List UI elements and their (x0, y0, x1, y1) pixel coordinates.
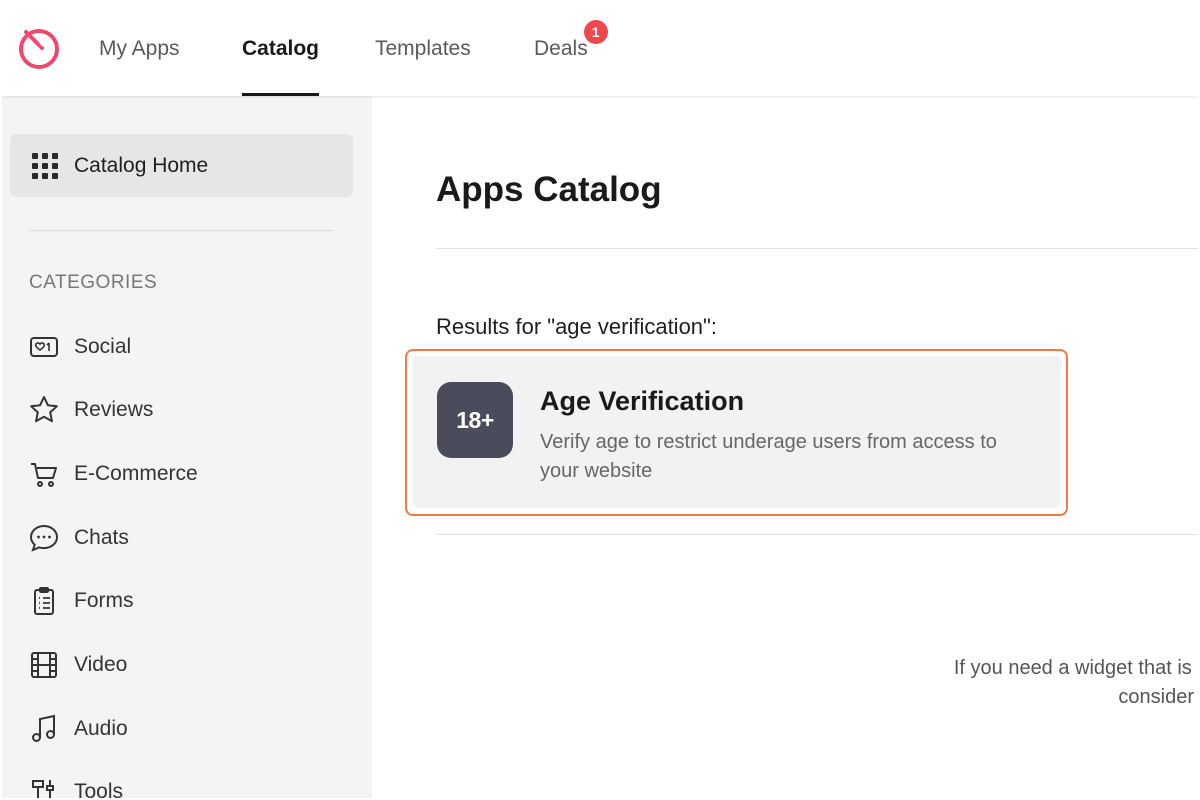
sidebar-item-tools[interactable]: Tools (28, 772, 348, 798)
footer-note: If you need a widget that is r consider (953, 657, 1198, 708)
sidebar: Catalog Home CATEGORIES Social Reviews E… (2, 96, 372, 798)
sidebar-item-forms[interactable]: Forms (28, 581, 348, 621)
music-note-icon (32, 714, 55, 742)
sidebar-item-social[interactable]: Social (28, 327, 348, 367)
social-icon (30, 337, 58, 357)
app-name: Age Verification (540, 386, 745, 416)
sidebar-item-reviews[interactable]: Reviews (28, 390, 348, 430)
sidebar-item-video[interactable]: Video (28, 645, 348, 685)
page-title: Apps Catalog (436, 170, 662, 209)
divider (436, 248, 1198, 249)
app-card-age-verification[interactable]: 18+ Age Verification Verify age to restr… (413, 356, 1061, 508)
sidebar-item-audio[interactable]: Audio (28, 709, 348, 749)
grid-icon (32, 152, 58, 179)
brand-logo-icon[interactable] (16, 26, 62, 72)
star-icon (30, 396, 58, 423)
tab-deals[interactable]: Deals 1 (534, 2, 608, 96)
film-icon (31, 652, 57, 678)
main-content: Apps Catalog Results for "age verificati… (372, 96, 1198, 798)
divider (436, 534, 1198, 535)
age-18-plus-icon: 18+ (437, 382, 513, 458)
sidebar-item-label: Catalog Home (74, 153, 209, 177)
app-description: Verify age to restrict underage users fr… (540, 431, 997, 482)
cart-icon (31, 463, 57, 487)
categories-heading: CATEGORIES (29, 272, 158, 293)
tab-templates[interactable]: Templates (375, 2, 471, 96)
deals-count-badge: 1 (583, 20, 608, 44)
sidebar-item-catalog-home[interactable]: Catalog Home (10, 134, 353, 197)
sidebar-item-e-commerce[interactable]: E-Commerce (28, 454, 348, 494)
clipboard-icon (34, 587, 54, 615)
search-results-label: Results for "age verification": (436, 314, 717, 339)
sidebar-divider (29, 230, 334, 231)
top-nav: My Apps Catalog Templates Deals 1 (2, 2, 1198, 96)
sidebar-item-chats[interactable]: Chats (28, 518, 348, 558)
tab-catalog[interactable]: Catalog (242, 2, 320, 96)
app-window: My Apps Catalog Templates Deals 1 Catalo… (2, 2, 1198, 798)
tab-my-apps[interactable]: My Apps (99, 2, 180, 96)
tools-icon (32, 780, 54, 798)
chat-icon (29, 524, 59, 552)
